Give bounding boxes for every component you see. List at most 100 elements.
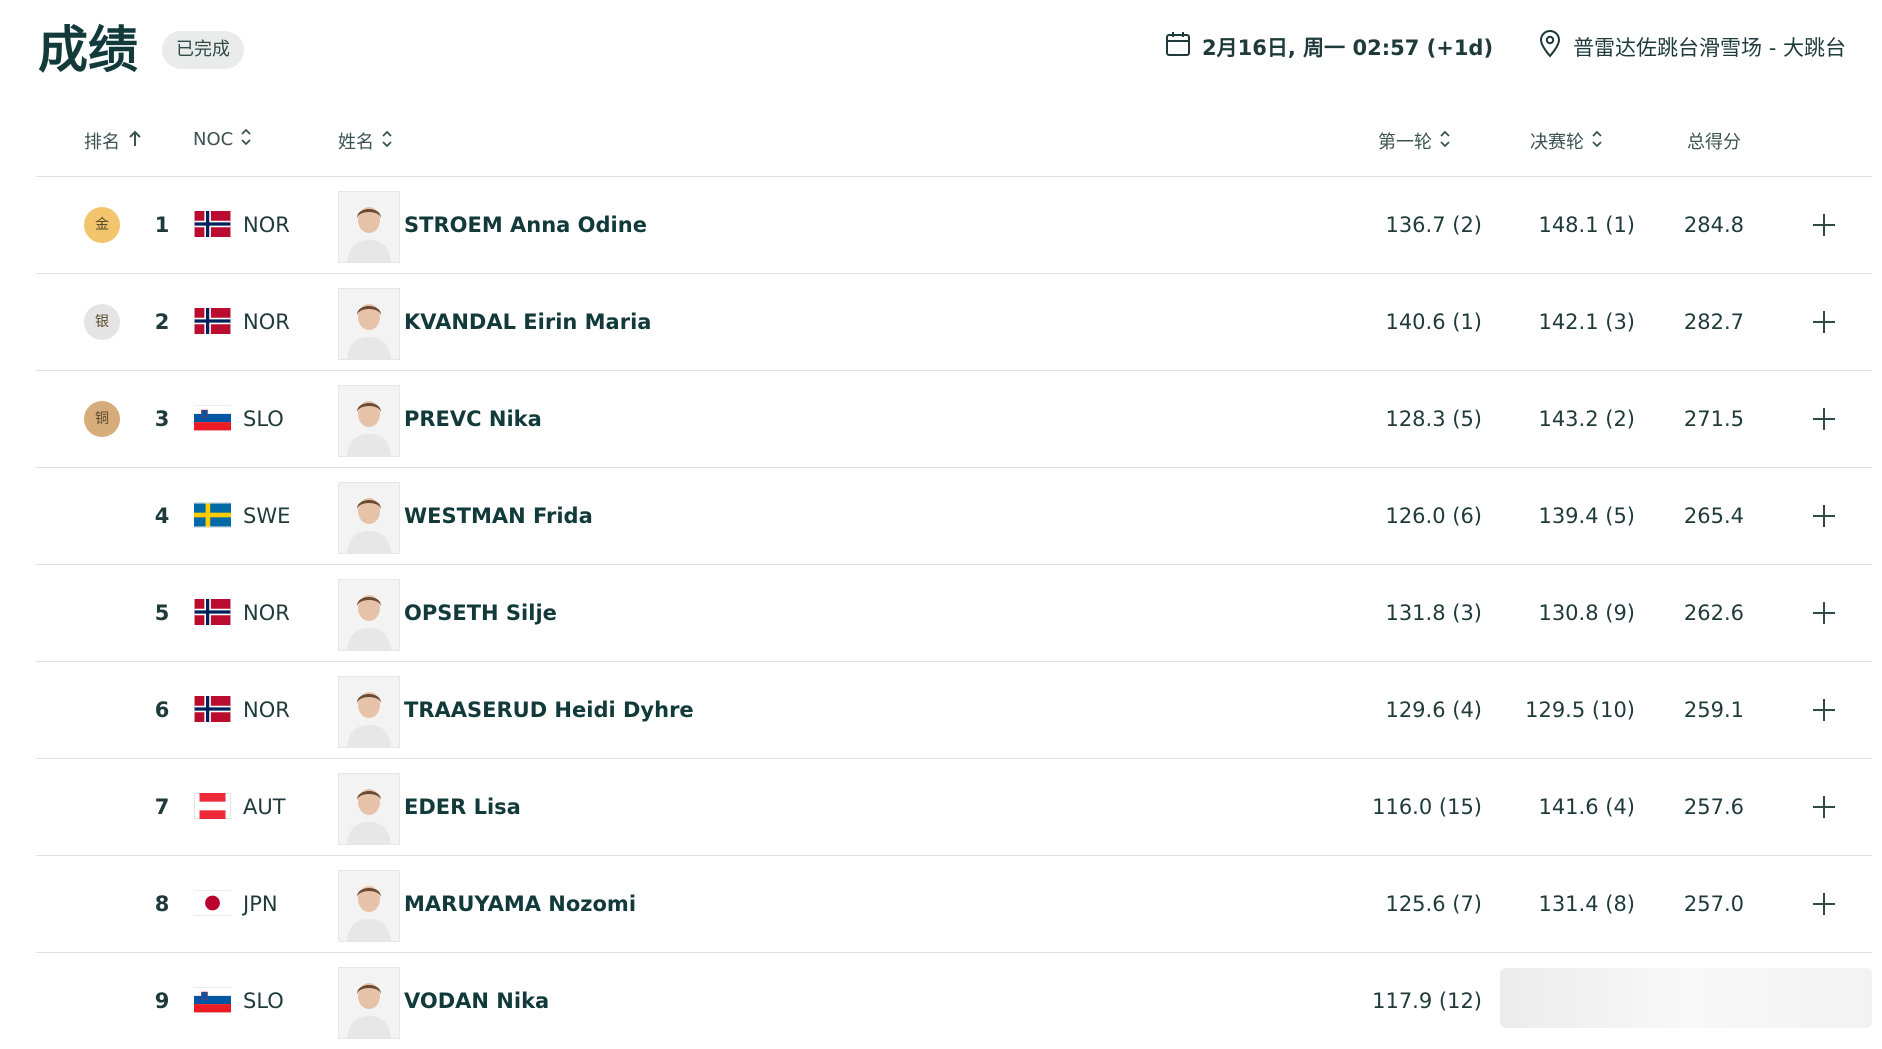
rank-cell: 2 bbox=[154, 310, 170, 334]
rank-cell: 5 bbox=[154, 601, 170, 625]
table-row[interactable]: 8 JPN MARUYAMA Nozomi 125.6 (7) 131.4 (8) 257… bbox=[36, 856, 1872, 952]
athlete-name[interactable]: WESTMAN Frida bbox=[404, 468, 593, 564]
location-pin-icon bbox=[1537, 30, 1563, 63]
table-header: 排名 NOC 姓名 第一轮 决赛轮 总得分 bbox=[36, 108, 1872, 174]
column-header-name[interactable]: 姓名 bbox=[338, 128, 392, 154]
athlete-name[interactable]: OPSETH Silje bbox=[404, 565, 557, 661]
athlete-name[interactable]: PREVC Nika bbox=[404, 371, 542, 467]
total-score: 271.5 bbox=[1683, 407, 1744, 431]
event-meta: 2月16日, 周一 02:57 (+1d) 普雷达佐跳台滑雪场 - 大跳台 bbox=[1164, 30, 1846, 63]
flag-icon bbox=[194, 987, 231, 1013]
flag-icon bbox=[194, 405, 231, 431]
athlete-photo bbox=[338, 191, 400, 263]
calendar-icon bbox=[1164, 30, 1192, 63]
athlete-name[interactable]: MARUYAMA Nozomi bbox=[404, 856, 636, 952]
event-venue[interactable]: 普雷达佐跳台滑雪场 - 大跳台 bbox=[1537, 30, 1846, 63]
medal-badge: 铜 bbox=[84, 401, 120, 437]
table-row[interactable]: 金 1 NOR STROEM Anna Odine 136.7 (2) 148.1 (1)… bbox=[36, 177, 1872, 273]
flag-icon bbox=[194, 308, 231, 334]
final-score: 130.8 (9) bbox=[1538, 601, 1635, 625]
rank-cell: 3 bbox=[154, 407, 170, 431]
medal-badge: 银 bbox=[84, 304, 120, 340]
athlete-photo bbox=[338, 482, 400, 554]
noc-cell: NOR bbox=[243, 213, 290, 237]
rank-cell: 4 bbox=[154, 504, 170, 528]
total-score: 262.6 bbox=[1683, 601, 1744, 625]
expand-plus-icon[interactable] bbox=[1810, 405, 1838, 433]
athlete-name[interactable]: VODAN Nika bbox=[404, 953, 549, 1049]
final-score: 131.4 (8) bbox=[1538, 892, 1635, 916]
results-page: 成绩 已完成 2月16日, 周一 02:57 (+1d) 普雷达佐跳台滑雪场 -… bbox=[0, 0, 1882, 1048]
expand-plus-icon[interactable] bbox=[1810, 308, 1838, 336]
final-score: 143.2 (2) bbox=[1538, 407, 1635, 431]
expand-plus-icon[interactable] bbox=[1810, 211, 1838, 239]
noc-cell: NOR bbox=[243, 310, 290, 334]
table-row[interactable]: 银 2 NOR KVANDAL Eirin Maria 140.6 (1) 142.1 (… bbox=[36, 274, 1872, 370]
rank-cell: 6 bbox=[154, 698, 170, 722]
final-score: 139.4 (5) bbox=[1538, 504, 1635, 528]
noc-cell: NOR bbox=[243, 698, 290, 722]
total-score: 259.1 bbox=[1683, 698, 1744, 722]
athlete-photo bbox=[338, 288, 400, 360]
final-score: 142.1 (3) bbox=[1538, 310, 1635, 334]
expand-plus-icon[interactable] bbox=[1810, 502, 1838, 530]
round1-score: 128.3 (5) bbox=[1385, 407, 1482, 431]
round1-score: 126.0 (6) bbox=[1385, 504, 1482, 528]
noc-cell: AUT bbox=[243, 795, 286, 819]
event-date: 2月16日, 周一 02:57 (+1d) bbox=[1164, 30, 1493, 63]
round1-score: 125.6 (7) bbox=[1385, 892, 1482, 916]
blurred-overlay bbox=[1500, 968, 1872, 1028]
rank-cell: 8 bbox=[154, 892, 170, 916]
expand-plus-icon[interactable] bbox=[1810, 599, 1838, 627]
athlete-name[interactable]: STROEM Anna Odine bbox=[404, 177, 647, 273]
athlete-photo bbox=[338, 385, 400, 457]
table-row[interactable]: 4 SWE WESTMAN Frida 126.0 (6) 139.4 (5) 265.4 bbox=[36, 468, 1872, 564]
expand-plus-icon[interactable] bbox=[1810, 696, 1838, 724]
flag-icon bbox=[194, 890, 231, 916]
noc-cell: SLO bbox=[243, 407, 284, 431]
rank-cell: 1 bbox=[154, 213, 170, 237]
sort-ascending-icon bbox=[128, 130, 142, 153]
column-header-final[interactable]: 决赛轮 bbox=[1530, 128, 1602, 154]
expand-plus-icon[interactable] bbox=[1810, 793, 1838, 821]
expand-plus-icon[interactable] bbox=[1810, 890, 1838, 918]
round1-score: 131.8 (3) bbox=[1385, 601, 1482, 625]
sort-icon bbox=[382, 130, 392, 153]
total-score: 284.8 bbox=[1683, 213, 1744, 237]
noc-cell: SLO bbox=[243, 989, 284, 1013]
table-row[interactable]: 7 AUT EDER Lisa 116.0 (15) 141.6 (4) 257.6 bbox=[36, 759, 1872, 855]
status-badge: 已完成 bbox=[162, 31, 244, 69]
total-score: 282.7 bbox=[1683, 310, 1744, 334]
flag-icon bbox=[194, 793, 231, 819]
column-header-noc[interactable]: NOC bbox=[193, 128, 251, 151]
athlete-photo bbox=[338, 967, 400, 1039]
sort-icon bbox=[241, 128, 251, 151]
sort-icon bbox=[1592, 130, 1602, 153]
table-row[interactable]: 6 NOR TRAASERUD Heidi Dyhre 129.6 (4) 129.5 … bbox=[36, 662, 1872, 758]
round1-score: 140.6 (1) bbox=[1385, 310, 1482, 334]
round1-score: 129.6 (4) bbox=[1385, 698, 1482, 722]
round1-score: 116.0 (15) bbox=[1372, 795, 1482, 819]
athlete-photo bbox=[338, 676, 400, 748]
medal-badge: 金 bbox=[84, 207, 120, 243]
sort-icon bbox=[1440, 130, 1450, 153]
round1-score: 136.7 (2) bbox=[1385, 213, 1482, 237]
rank-cell: 9 bbox=[154, 989, 170, 1013]
column-header-rank[interactable]: 排名 bbox=[84, 128, 142, 154]
table-row[interactable]: 5 NOR OPSETH Silje 131.8 (3) 130.8 (9) 262.6 bbox=[36, 565, 1872, 661]
noc-cell: JPN bbox=[243, 892, 278, 916]
flag-icon bbox=[194, 502, 231, 528]
event-venue-text: 普雷达佐跳台滑雪场 - 大跳台 bbox=[1573, 35, 1846, 60]
total-score: 257.0 bbox=[1683, 892, 1744, 916]
final-score: 148.1 (1) bbox=[1538, 213, 1635, 237]
athlete-name[interactable]: TRAASERUD Heidi Dyhre bbox=[404, 662, 694, 758]
column-header-total: 总得分 bbox=[1687, 132, 1741, 153]
athlete-photo bbox=[338, 579, 400, 651]
column-header-round1[interactable]: 第一轮 bbox=[1378, 128, 1450, 154]
flag-icon bbox=[194, 599, 231, 625]
table-row[interactable]: 铜 3 SLO PREVC Nika 128.3 (5) 143.2 (2) 271.5 bbox=[36, 371, 1872, 467]
athlete-name[interactable]: EDER Lisa bbox=[404, 759, 521, 855]
round1-score: 117.9 (12) bbox=[1372, 989, 1482, 1013]
athlete-name[interactable]: KVANDAL Eirin Maria bbox=[404, 274, 651, 370]
rank-cell: 7 bbox=[154, 795, 170, 819]
